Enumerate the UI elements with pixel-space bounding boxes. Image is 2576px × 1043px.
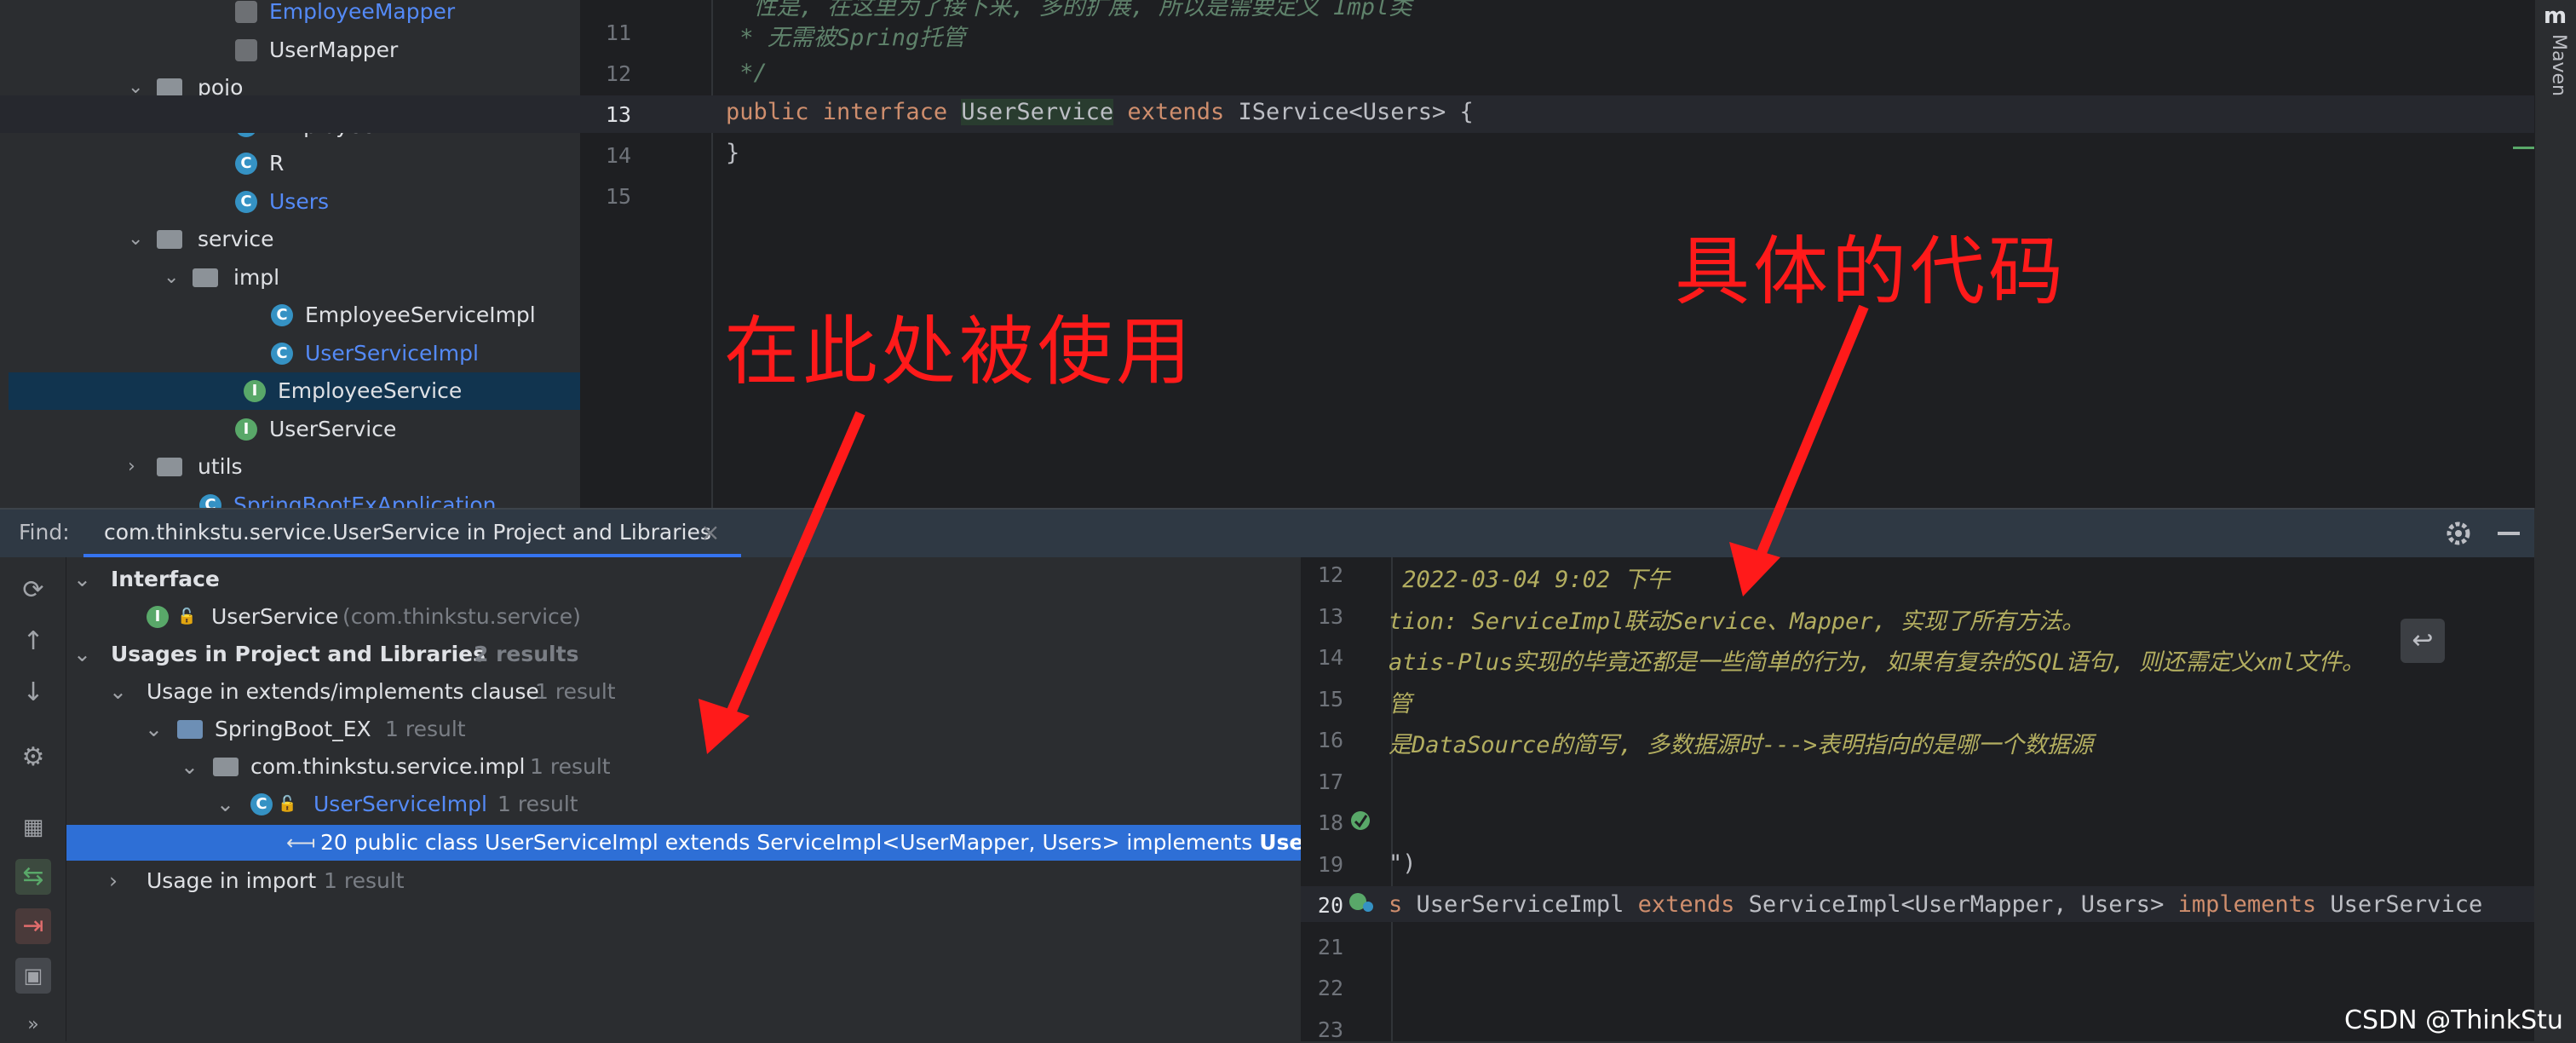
arrow-used-here <box>719 411 865 731</box>
watermark: CSDN @ThinkStu <box>2344 1006 2563 1035</box>
arrow-used-here-head <box>699 699 750 754</box>
annotation-arrows <box>699 304 1869 754</box>
arrow-concrete-code <box>1750 304 1869 572</box>
arrow-concrete-code-head <box>1729 542 1780 596</box>
